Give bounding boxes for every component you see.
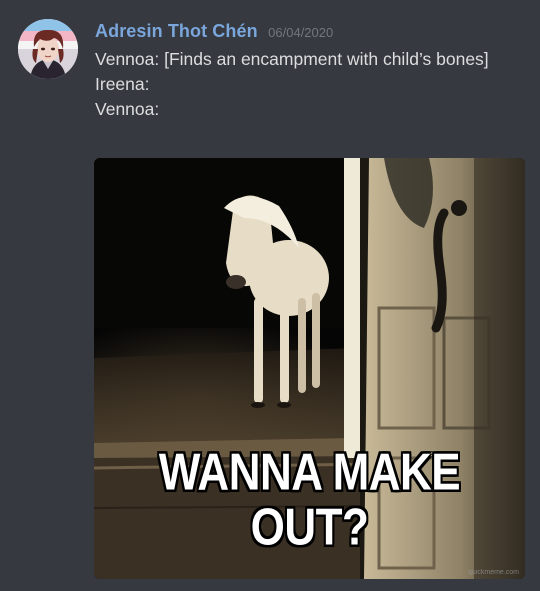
username[interactable]: Adresin Thot Chén	[95, 21, 258, 41]
chat-message: Adresin Thot Chén 06/04/2020 Vennoa: [Fi…	[0, 0, 540, 591]
message-content: Vennoa: [Finds an encampment with child’…	[95, 47, 515, 122]
message-line: Vennoa: [Finds an encampment with child’…	[95, 49, 489, 69]
timestamp: 06/04/2020	[268, 25, 334, 40]
watermark: quickmeme.com	[468, 569, 519, 576]
message-line: Vennoa:	[95, 99, 160, 119]
message-header: Adresin Thot Chén 06/04/2020	[95, 21, 333, 42]
meme-caption-top: WANNA MAKE	[158, 443, 461, 502]
image-attachment[interactable]: WANNA MAKE OUT? quickmeme.com	[94, 158, 525, 579]
avatar[interactable]	[18, 19, 78, 79]
meme-caption-bottom: OUT?	[250, 498, 369, 557]
message-line: Ireena:	[95, 74, 150, 94]
